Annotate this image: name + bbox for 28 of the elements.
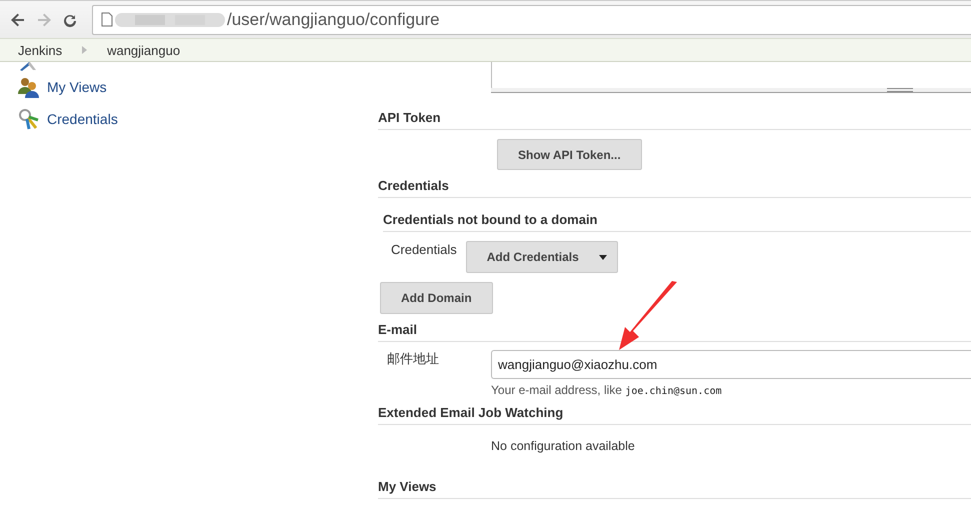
address-bar[interactable]: /user/wangjianguo/configure <box>92 4 971 34</box>
email-field[interactable]: wangjianguo@xiaozhu.com <box>491 350 971 379</box>
section-header: Extended Email Job Watching <box>378 402 971 425</box>
sidebar-link[interactable]: My Views <box>47 79 107 95</box>
breadcrumb-link[interactable]: Jenkins <box>18 42 62 58</box>
field-label: 邮件地址 <box>386 350 440 368</box>
help-text: Your e-mail address, like joe.chin@sun.com <box>491 383 722 397</box>
breadcrumb-link[interactable]: wangjianguo <box>107 42 180 58</box>
section-header: API Token <box>378 107 971 130</box>
keys-icon <box>18 108 40 130</box>
note-text: No configuration available <box>491 439 635 453</box>
caret-icon <box>598 254 607 260</box>
sidebar-link[interactable]: Credentials <box>47 111 118 127</box>
section-header: My Views <box>378 476 971 499</box>
dropdown-button[interactable]: Add Credentials <box>466 241 618 273</box>
annotation-arrow <box>617 281 677 351</box>
url-text: /user/wangjianguo/configure <box>227 10 440 30</box>
page-icon <box>101 12 113 27</box>
wrench-icon <box>18 62 38 71</box>
section-header: Credentials <box>378 175 971 198</box>
add-domain-button[interactable]: Add Domain <box>380 282 493 314</box>
show-token-button[interactable]: Show API Token... <box>497 139 642 170</box>
people-icon <box>18 76 40 98</box>
back-icon[interactable] <box>10 12 26 28</box>
chevron-icon <box>82 46 88 54</box>
forward-icon[interactable] <box>36 12 52 28</box>
subsection-header: Credentials not bound to a domain <box>383 208 971 232</box>
field-label: Credentials <box>391 241 457 257</box>
